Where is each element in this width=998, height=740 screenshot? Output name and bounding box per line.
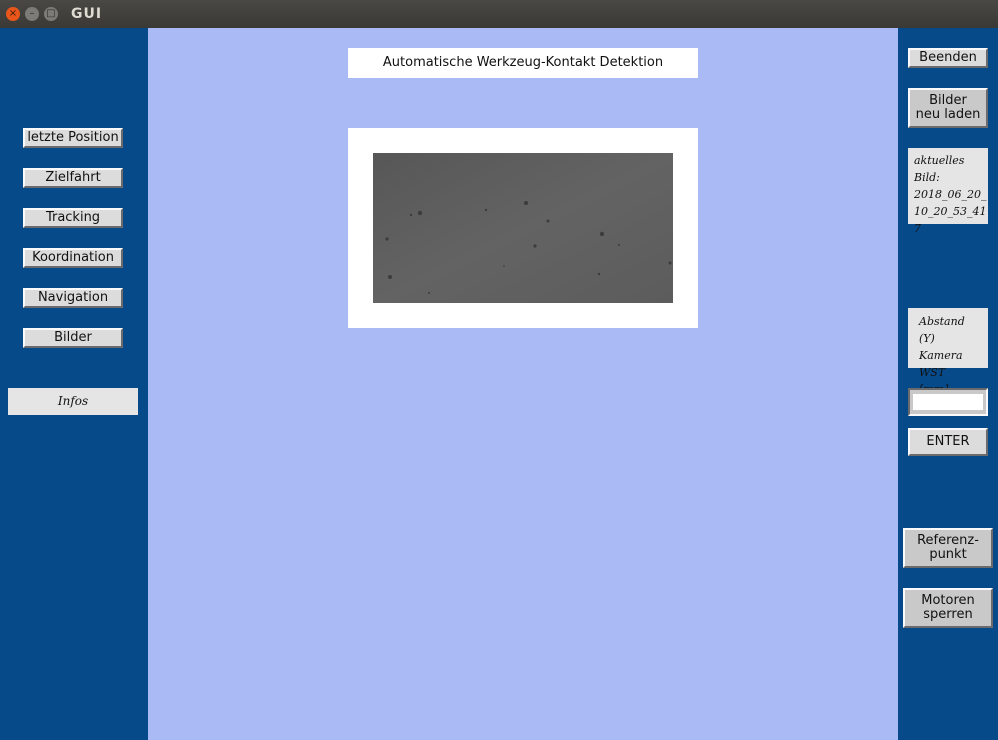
lock-motors-label-line2: sperren (923, 607, 973, 622)
window-titlebar: × – □ GUI (0, 0, 998, 28)
current-image-name-line2: 10_20_53_41 (914, 205, 987, 218)
reference-point-label-line2: punkt (929, 547, 967, 562)
enter-button[interactable]: ENTER (908, 428, 988, 456)
page-title: Automatische Werkzeug-Kontakt Detektion (348, 48, 698, 78)
camera-image (373, 153, 673, 303)
distance-input-frame (908, 388, 988, 416)
reload-images-label-line2: neu laden (915, 107, 981, 122)
infos-label: Infos (8, 388, 138, 415)
distance-label-box: Abstand (Y) Kamera WST [mm]: (908, 308, 988, 396)
images-button[interactable]: Bilder (23, 328, 123, 348)
maximize-icon[interactable]: □ (44, 7, 58, 21)
reload-images-label-line1: Bilder (929, 93, 967, 108)
coordination-button[interactable]: Koordination (23, 248, 123, 268)
reference-point-label-line1: Referenz- (917, 533, 979, 548)
current-image-label: aktuelles Bild: (914, 154, 965, 184)
lock-motors-button[interactable]: Motoren sperren (903, 588, 993, 628)
last-position-button[interactable]: letzte Position (23, 128, 123, 148)
current-image-info: aktuelles Bild: 2018_06_20_ 10_20_53_41 … (908, 148, 988, 235)
distance-label-line1: Abstand (Y) (919, 315, 965, 345)
target-drive-button[interactable]: Zielfahrt (23, 168, 123, 188)
close-icon[interactable]: × (6, 7, 20, 21)
minimize-icon[interactable]: – (25, 7, 39, 21)
current-image-name-line3: 7 (914, 222, 921, 235)
current-image-name-line1: 2018_06_20_ (914, 188, 987, 201)
tracking-button[interactable]: Tracking (23, 208, 123, 228)
reference-point-button[interactable]: Referenz- punkt (903, 528, 993, 568)
reload-images-button[interactable]: Bilder neu laden (908, 88, 988, 128)
navigation-button[interactable]: Navigation (23, 288, 123, 308)
distance-label-line2: Kamera (919, 349, 963, 362)
window-title: GUI (71, 6, 103, 22)
distance-input[interactable] (913, 394, 983, 410)
quit-button[interactable]: Beenden (908, 48, 988, 68)
lock-motors-label-line1: Motoren (921, 593, 975, 608)
